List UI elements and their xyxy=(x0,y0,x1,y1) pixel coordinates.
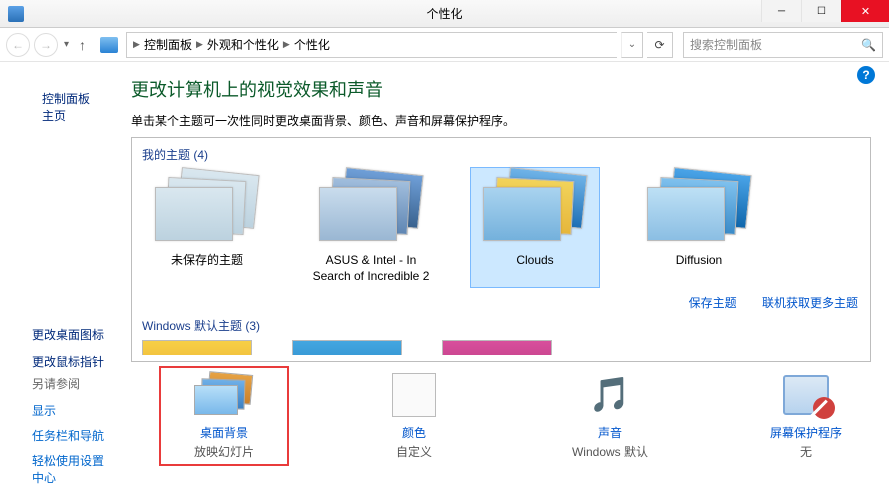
settings-row: 桌面背景 放映幻灯片 颜色 自定义 🎵 声音 Windows 默认 屏幕保护程序… xyxy=(131,362,871,460)
sidebar: 控制面板主页 更改桌面图标 更改鼠标指针 另请参阅 显示 任务栏和导航 轻松使用… xyxy=(0,62,121,500)
search-icon: 🔍 xyxy=(861,38,876,52)
main-content: ? 更改计算机上的视觉效果和声音 单击某个主题可一次性同时更改桌面背景、颜色、声… xyxy=(121,62,889,500)
theme-peek[interactable] xyxy=(142,340,252,355)
help-icon[interactable]: ? xyxy=(857,66,875,84)
themes-panel: 我的主题 (4) 未保存的主题 ASUS & Intel - In Search… xyxy=(131,137,871,362)
breadcrumb[interactable]: ▶ 控制面板 ▶ 外观和个性化 ▶ 个性化 xyxy=(126,32,617,58)
search-placeholder: 搜索控制面板 xyxy=(690,36,762,53)
theme-item-diffusion[interactable]: Diffusion xyxy=(634,167,764,288)
forward-button[interactable]: → xyxy=(34,33,58,57)
setting-value: 自定义 xyxy=(349,443,479,460)
setting-screensaver[interactable]: 屏幕保护程序 无 xyxy=(741,372,871,460)
setting-name: 声音 xyxy=(545,424,675,441)
up-button[interactable]: ↑ xyxy=(75,37,90,53)
page-heading: 更改计算机上的视觉效果和声音 xyxy=(131,76,871,102)
theme-thumb xyxy=(155,171,259,247)
navbar: ← → ▾ ↑ ▶ 控制面板 ▶ 外观和个性化 ▶ 个性化 ⌄ ⟳ 搜索控制面板… xyxy=(0,28,889,62)
crumb[interactable]: 个性化 xyxy=(294,36,330,53)
theme-thumb xyxy=(647,171,751,247)
window-title: 个性化 xyxy=(426,5,462,22)
breadcrumb-dropdown[interactable]: ⌄ xyxy=(621,32,643,58)
sound-icon: 🎵 xyxy=(579,372,641,418)
theme-thumb xyxy=(319,171,423,247)
color-icon xyxy=(383,372,445,418)
search-input[interactable]: 搜索控制面板 🔍 xyxy=(683,32,883,58)
sidebar-link-cursor[interactable]: 更改鼠标指针 xyxy=(32,348,111,375)
more-themes-link[interactable]: 联机获取更多主题 xyxy=(762,296,858,310)
refresh-button[interactable]: ⟳ xyxy=(647,32,673,58)
sidebar-link-home[interactable]: 控制面板主页 xyxy=(32,76,111,321)
theme-peek[interactable] xyxy=(292,340,402,355)
setting-value: 无 xyxy=(741,443,871,460)
theme-peek[interactable] xyxy=(442,340,552,355)
see-also-ease[interactable]: 轻松使用设置中心 xyxy=(32,448,111,490)
group-my-themes: 我的主题 (4) xyxy=(142,146,860,163)
see-also-display[interactable]: 显示 xyxy=(32,398,111,423)
setting-sound[interactable]: 🎵 声音 Windows 默认 xyxy=(545,372,675,460)
location-icon xyxy=(100,37,118,53)
history-dropdown[interactable]: ▾ xyxy=(62,39,71,50)
chevron-right-icon: ▶ xyxy=(196,39,203,50)
windows-themes-peek xyxy=(142,340,860,355)
chevron-right-icon: ▶ xyxy=(283,39,290,50)
theme-item-unsaved[interactable]: 未保存的主题 xyxy=(142,167,272,288)
back-button[interactable]: ← xyxy=(6,33,30,57)
setting-background[interactable]: 桌面背景 放映幻灯片 xyxy=(159,366,289,466)
see-also: 另请参阅 显示 任务栏和导航 轻松使用设置中心 xyxy=(32,375,111,490)
theme-name: Clouds xyxy=(474,253,596,283)
setting-value: 放映幻灯片 xyxy=(165,443,283,460)
see-also-label: 另请参阅 xyxy=(32,375,111,392)
theme-name: ASUS & Intel - In Search of Incredible 2 xyxy=(310,253,432,284)
crumb[interactable]: 控制面板 xyxy=(144,36,192,53)
screensaver-icon xyxy=(775,372,837,418)
background-icon xyxy=(193,372,255,418)
chevron-right-icon: ▶ xyxy=(133,39,140,50)
setting-value: Windows 默认 xyxy=(545,443,675,460)
crumb[interactable]: 外观和个性化 xyxy=(207,36,279,53)
group-windows-themes: Windows 默认主题 (3) xyxy=(142,317,860,334)
theme-actions: 保存主题 联机获取更多主题 xyxy=(142,294,858,311)
maximize-button[interactable] xyxy=(801,0,841,22)
app-icon xyxy=(8,6,24,22)
close-button[interactable] xyxy=(841,0,889,22)
theme-row: 未保存的主题 ASUS & Intel - In Search of Incre… xyxy=(142,167,860,288)
theme-item-asus[interactable]: ASUS & Intel - In Search of Incredible 2 xyxy=(306,167,436,288)
window-controls xyxy=(761,0,889,22)
setting-name: 颜色 xyxy=(349,424,479,441)
titlebar: 个性化 xyxy=(0,0,889,28)
sidebar-link-icons[interactable]: 更改桌面图标 xyxy=(32,321,111,348)
setting-color[interactable]: 颜色 自定义 xyxy=(349,372,479,460)
theme-name: Diffusion xyxy=(638,253,760,283)
see-also-taskbar[interactable]: 任务栏和导航 xyxy=(32,423,111,448)
setting-name: 桌面背景 xyxy=(165,424,283,441)
theme-thumb xyxy=(483,171,587,247)
save-theme-link[interactable]: 保存主题 xyxy=(689,296,737,310)
minimize-button[interactable] xyxy=(761,0,801,22)
setting-name: 屏幕保护程序 xyxy=(741,424,871,441)
page-description: 单击某个主题可一次性同时更改桌面背景、颜色、声音和屏幕保护程序。 xyxy=(131,112,871,129)
theme-item-clouds[interactable]: Clouds xyxy=(470,167,600,288)
theme-name: 未保存的主题 xyxy=(146,253,268,283)
